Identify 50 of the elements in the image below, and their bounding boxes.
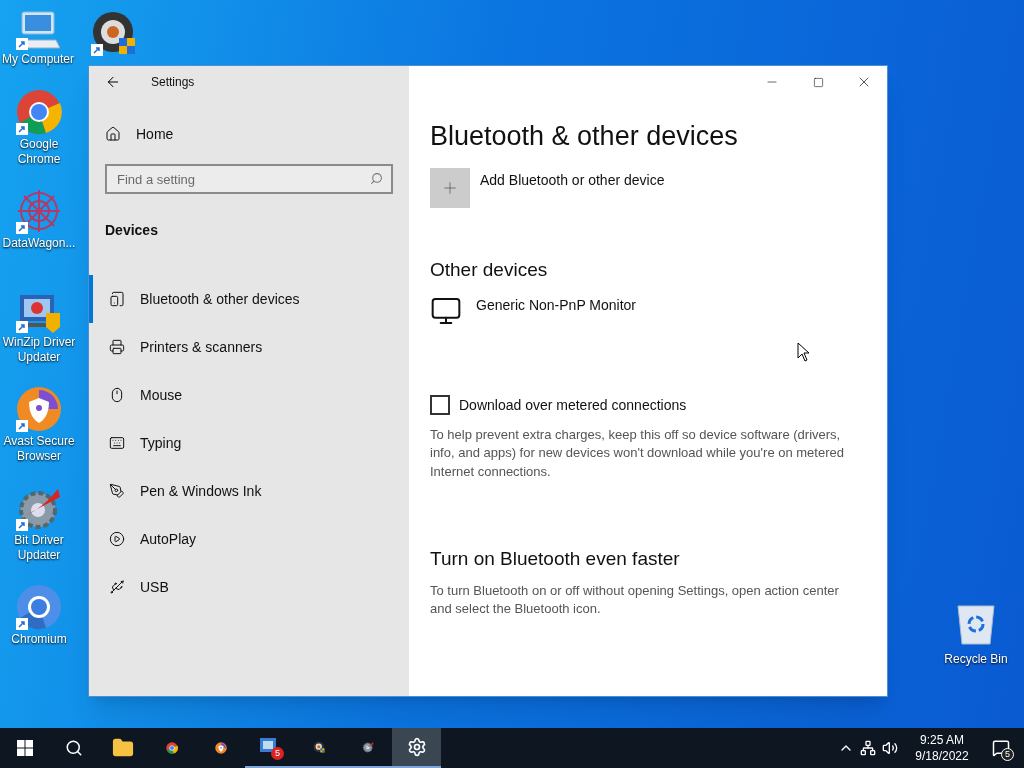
notification-badge: 5 bbox=[271, 747, 284, 760]
folder-icon bbox=[111, 737, 134, 759]
maximize-icon bbox=[812, 76, 824, 88]
home-link[interactable]: Home bbox=[105, 122, 409, 146]
search-icon bbox=[370, 172, 383, 185]
printer-icon bbox=[109, 339, 125, 355]
back-button[interactable] bbox=[105, 74, 121, 90]
search-field[interactable]: Find a setting bbox=[105, 164, 393, 194]
metered-description: To help prevent extra charges, keep this off so device software (drivers, info, and apps) for new devices won't download while you're on metered Internet connections. bbox=[430, 425, 845, 481]
icon-label[interactable]: Recycle Bin bbox=[944, 650, 1008, 668]
action-center-button[interactable]: 5 bbox=[978, 728, 1024, 768]
shield-icon bbox=[16, 386, 62, 432]
nav-item[interactable]: Pen & Windows Ink bbox=[89, 467, 409, 515]
device-name[interactable]: Generic Non-PnP Monitor bbox=[476, 294, 637, 316]
section-heading: Other devices bbox=[430, 258, 549, 282]
usb-icon bbox=[109, 579, 125, 595]
chrome-icon bbox=[16, 89, 62, 135]
section-heading: Devices bbox=[105, 221, 159, 240]
plus-icon bbox=[441, 179, 459, 197]
mouse-icon bbox=[109, 387, 125, 403]
autoplay-icon bbox=[109, 531, 125, 547]
network-icon[interactable] bbox=[860, 740, 876, 756]
gear-icon bbox=[91, 10, 137, 56]
window-title: Settings bbox=[151, 74, 195, 91]
pen-icon bbox=[109, 483, 125, 499]
home-icon bbox=[105, 126, 121, 142]
search-icon bbox=[64, 739, 83, 757]
snowflake-icon bbox=[16, 188, 62, 234]
notification-count: 5 bbox=[1001, 748, 1014, 761]
chromium-icon bbox=[16, 584, 62, 630]
nav-item[interactable]: Typing bbox=[89, 419, 409, 467]
page-heading: Bluetooth & other devices bbox=[430, 120, 739, 153]
nav-item[interactable]: USB bbox=[89, 563, 409, 611]
settings-icon bbox=[406, 737, 427, 757]
nav-item[interactable]: Mouse bbox=[89, 371, 409, 419]
recycle-bin-icon bbox=[956, 602, 996, 646]
taskbar-button[interactable] bbox=[392, 728, 441, 768]
devices-icon bbox=[109, 291, 125, 307]
nav-item[interactable]: Printers & scanners bbox=[89, 323, 409, 371]
nav-item[interactable]: AutoPlay bbox=[89, 515, 409, 563]
clock[interactable]: 9:25 AM 9/18/2022 bbox=[906, 732, 978, 764]
add-device-button[interactable]: Add Bluetooth or other device bbox=[430, 168, 863, 208]
mouse-cursor bbox=[797, 342, 810, 362]
bluetooth-tip: To turn Bluetooth on or off without opening Settings, open action center and select the Bluetooth icon. bbox=[430, 581, 840, 618]
taskbar-button[interactable]: 5 bbox=[245, 728, 294, 768]
windows-icon bbox=[16, 740, 33, 756]
keyboard-icon bbox=[109, 435, 125, 451]
metered-checkbox[interactable]: Download over metered connections bbox=[430, 394, 863, 416]
volume-icon[interactable] bbox=[882, 740, 898, 756]
section-heading: Turn on Bluetooth even faster bbox=[430, 547, 681, 571]
